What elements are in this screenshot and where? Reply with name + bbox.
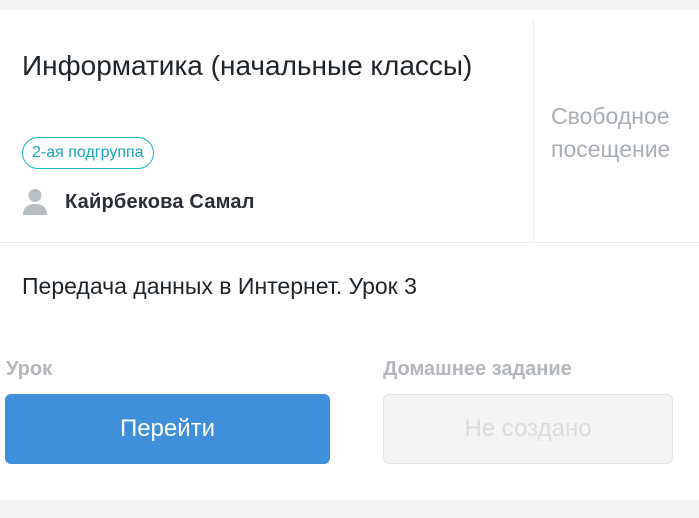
lesson-card: Информатика (начальные классы) 2-ая подг… (0, 10, 699, 500)
user-icon (23, 189, 47, 215)
homework-status-button: Не создано (383, 394, 673, 464)
teacher-row: Кайрбекова Самал (22, 186, 255, 218)
subgroup-badge: 2-ая подгруппа (22, 137, 154, 169)
lesson-section-label: Урок (6, 358, 53, 380)
homework-section-label: Домашнее задание (383, 358, 572, 380)
lesson-header: Информатика (начальные классы) 2-ая подг… (0, 10, 699, 243)
go-to-lesson-button[interactable]: Перейти (5, 394, 330, 464)
attendance-status: Свободное посещение (551, 103, 671, 162)
teacher-name: Кайрбекова Самал (65, 190, 255, 213)
lesson-topic: Передача данных в Интернет. Урок 3 (22, 273, 417, 299)
header-divider (533, 20, 534, 242)
subject-title: Информатика (начальные классы) (22, 50, 473, 81)
